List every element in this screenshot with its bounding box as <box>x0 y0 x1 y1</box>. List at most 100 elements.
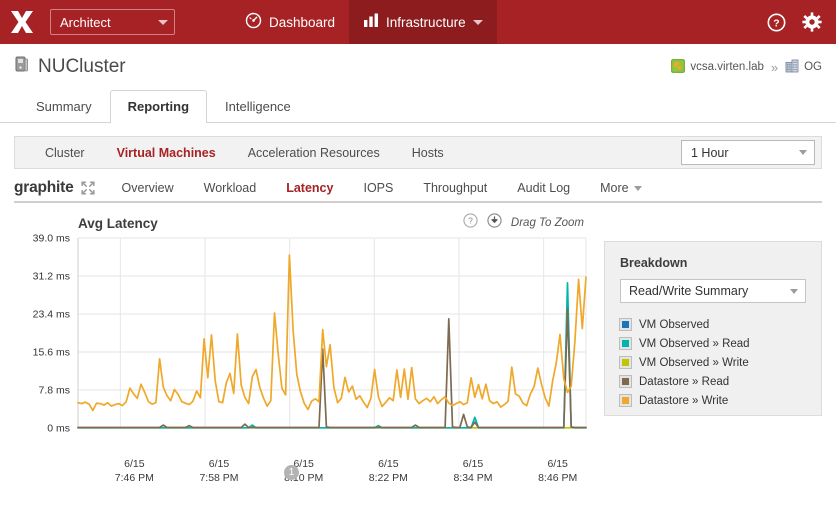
tab-summary[interactable]: Summary <box>18 90 110 122</box>
x-logo[interactable] <box>0 0 44 44</box>
breadcrumb-item-vcenter[interactable]: vcsa.virten.lab <box>671 58 764 76</box>
x-axis-tick-time: 7:58 PM <box>199 472 239 484</box>
graphite-tab-audit-log-label: Audit Log <box>517 181 571 195</box>
breakdown-legend: VM Observed VM Observed » Read VM Observed… <box>619 315 806 410</box>
y-axis-tick-label: 7.8 ms <box>38 385 70 397</box>
subnav-item-hosts-label: Hosts <box>411 145 444 160</box>
x-axis-tick-date: 6/15 <box>378 458 399 470</box>
x-axis-tick-date: 6/15 <box>124 458 145 470</box>
y-axis-tick-label: 23.4 ms <box>33 309 70 321</box>
legend-item[interactable]: Datastore » Write <box>619 391 806 410</box>
subnav-item-acceleration-resources[interactable]: Acceleration Resources <box>232 146 396 160</box>
page-title-text: NUCluster <box>38 56 126 77</box>
svg-text:?: ? <box>468 216 473 226</box>
y-axis-tick-label: 39.0 ms <box>33 234 70 245</box>
expand-arrows-icon[interactable] <box>80 181 95 195</box>
chart-tools: ? Drag To Zoom <box>463 213 590 233</box>
chart-header: Avg Latency ? Drag To Zoom <box>14 212 590 234</box>
legend-item[interactable]: Datastore » Read <box>619 372 806 391</box>
tab-intelligence[interactable]: Intelligence <box>207 90 309 122</box>
x-axis-tick-time: 8:10 PM <box>284 472 324 484</box>
x-axis-tick-date: 6/15 <box>293 458 314 470</box>
graphite-tab-overview[interactable]: Overview <box>107 181 189 195</box>
graphite-tab-overview-label: Overview <box>121 181 174 195</box>
vcenter-icon <box>671 58 686 76</box>
nav-item-infrastructure[interactable]: Infrastructure <box>349 0 497 44</box>
subnav-item-acceleration-resources-label: Acceleration Resources <box>247 145 380 160</box>
chart-title: Avg Latency <box>78 215 158 231</box>
breadcrumb-separator: » <box>770 59 779 75</box>
x-axis-tick-label: 6/15 8:22 PM <box>353 457 423 485</box>
breadcrumb: vcsa.virten.lab » OG <box>671 58 822 76</box>
chevron-down-icon <box>790 288 798 294</box>
x-axis-tick-label: 6/15 7:58 PM <box>184 457 254 485</box>
download-circle-icon[interactable] <box>487 213 502 233</box>
chevron-down-icon <box>633 185 642 191</box>
help-circle-icon[interactable]: ? <box>463 213 478 233</box>
subnav-item-cluster[interactable]: Cluster <box>29 146 101 160</box>
latency-chart-card: Avg Latency ? Drag To Zoom 0 ms 7.8 ms 1… <box>14 212 590 492</box>
svg-text:?: ? <box>773 18 779 29</box>
legend-item[interactable]: VM Observed » Write <box>619 353 806 372</box>
x-axis-labels: 6/15 7:46 PM 6/15 7:58 PM 6/15 8:10 PM 6/15 8:2… <box>14 450 590 492</box>
x-axis-tick-time: 8:46 PM <box>538 472 578 484</box>
content-area: Avg Latency ? Drag To Zoom 0 ms 7.8 ms 1… <box>0 203 836 492</box>
page-header: NUCluster vcsa.virten.lab » OG <box>0 44 836 90</box>
bar-chart-icon <box>363 13 379 31</box>
legend-color-swatch <box>619 375 632 388</box>
latency-plot[interactable]: 0 ms 7.8 ms 15.6 ms 23.4 ms 31.2 ms 39.0 ms <box>14 234 590 450</box>
x-axis-tick-time: 7:46 PM <box>114 472 154 484</box>
graphite-tab-throughput-label: Throughput <box>423 181 488 195</box>
legend-color-swatch <box>619 356 632 369</box>
breadcrumb-label-vcenter: vcsa.virten.lab <box>690 61 764 73</box>
main-tabs: Summary Reporting Intelligence <box>0 90 836 123</box>
legend-label: Datastore » Read <box>639 375 730 388</box>
graphite-toolbar: graphite Overview Workload Latency IOPS … <box>14 169 822 203</box>
chart-marker-badge[interactable]: 1 <box>284 465 299 480</box>
breakdown-panel: Breakdown Read/Write Summary VM Observed… <box>604 241 822 416</box>
breakdown-select[interactable]: Read/Write Summary <box>620 279 806 303</box>
speedometer-icon <box>245 12 262 32</box>
nav-item-dashboard[interactable]: Dashboard <box>231 0 349 44</box>
x-axis-tick-label: 6/15 8:34 PM <box>438 457 508 485</box>
role-select[interactable]: Architect <box>50 9 175 35</box>
y-axis-tick-label: 15.6 ms <box>33 347 70 359</box>
x-axis-tick-label: 6/15 8:46 PM <box>523 457 593 485</box>
subnav-item-hosts[interactable]: Hosts <box>396 146 460 160</box>
y-axis-tick-label: 0 ms <box>47 423 70 435</box>
x-axis-tick-date: 6/15 <box>462 458 484 470</box>
graphite-tab-audit-log[interactable]: Audit Log <box>502 181 585 195</box>
cluster-icon <box>13 55 30 80</box>
gear-icon[interactable] <box>802 12 822 32</box>
legend-label: Datastore » Write <box>639 394 729 407</box>
breadcrumb-item-datacenter[interactable]: OG <box>785 59 822 76</box>
legend-label: VM Observed » Write <box>639 356 749 369</box>
graphite-more-menu[interactable]: More <box>585 181 656 195</box>
time-range-select[interactable]: 1 Hour <box>681 140 815 165</box>
tab-summary-label: Summary <box>36 99 92 114</box>
scope-subnav: Cluster Virtual Machines Acceleration Re… <box>14 136 822 169</box>
nav-item-infrastructure-label: Infrastructure <box>386 14 466 30</box>
y-axis-tick-label: 31.2 ms <box>33 271 70 283</box>
breadcrumb-label-datacenter: OG <box>804 61 822 73</box>
legend-color-swatch <box>619 318 632 331</box>
legend-item[interactable]: VM Observed » Read <box>619 334 806 353</box>
x-axis-tick-date: 6/15 <box>547 458 568 470</box>
top-navigation-bar: Architect Dashboard Infrastructure ? <box>0 0 836 44</box>
graphite-brand: graphite <box>14 179 74 196</box>
graphite-tab-throughput[interactable]: Throughput <box>408 181 502 195</box>
graphite-tab-iops-label: IOPS <box>363 181 394 195</box>
graphite-tab-latency[interactable]: Latency <box>271 181 348 195</box>
tab-reporting[interactable]: Reporting <box>109 90 208 123</box>
graphite-tab-iops[interactable]: IOPS <box>348 181 408 195</box>
breakdown-select-value: Read/Write Summary <box>629 284 749 298</box>
graphite-tab-workload[interactable]: Workload <box>189 181 272 195</box>
graphite-tab-workload-label: Workload <box>203 181 257 195</box>
subnav-item-virtual-machines[interactable]: Virtual Machines <box>101 146 232 160</box>
help-circle-icon[interactable]: ? <box>766 12 786 32</box>
topbar-actions: ? <box>766 12 836 32</box>
legend-item[interactable]: VM Observed <box>619 315 806 334</box>
tab-reporting-label: Reporting <box>127 99 190 114</box>
nav-item-dashboard-label: Dashboard <box>269 14 336 30</box>
x-axis-tick-label: 6/15 8:10 PM <box>269 457 339 485</box>
